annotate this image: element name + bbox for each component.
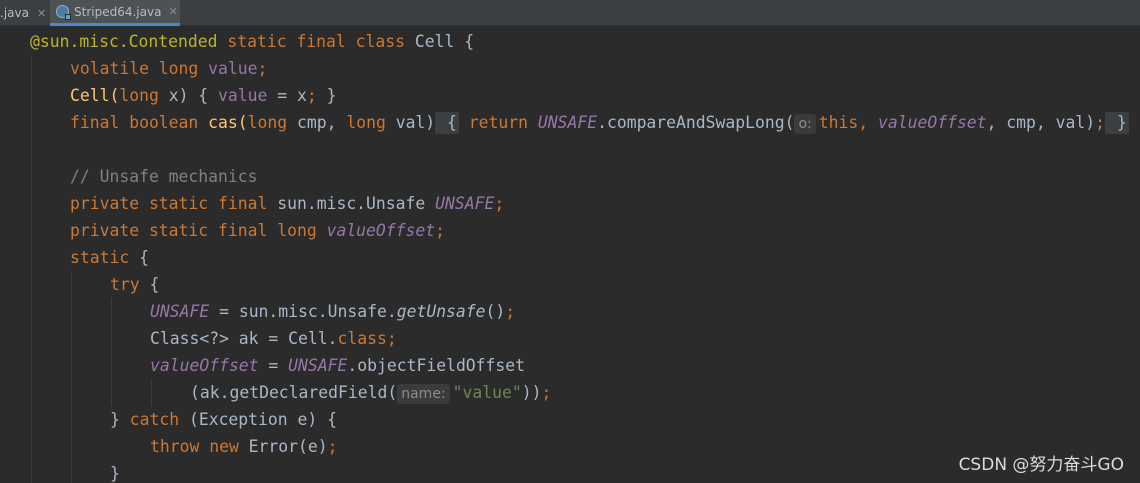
code-line-13: (ak.getDeclaredField(name: "value")); xyxy=(190,383,552,404)
indent-guide xyxy=(111,298,112,406)
tab-striped64[interactable]: Striped64.java ✕ xyxy=(50,0,180,26)
code-line-9: try { xyxy=(110,275,160,294)
code-line-1: @sun.misc.Contended static final class C… xyxy=(30,32,475,51)
indent-guide xyxy=(31,55,32,483)
tab-striped64-label: Striped64.java xyxy=(74,4,162,19)
code-line-12: valueOffset = UNSAFE.objectFieldOffset xyxy=(150,356,526,375)
code-editor[interactable]: @sun.misc.Contended static final class C… xyxy=(0,28,1140,483)
code-line-5: // Unsafe mechanics xyxy=(70,167,258,186)
editor-tab-bar: .java ✕ Striped64.java ✕ xyxy=(0,0,1140,26)
close-icon[interactable]: ✕ xyxy=(37,7,46,20)
tab-previous-file-label: .java xyxy=(0,6,29,20)
code-line-14: } catch (Exception e) { xyxy=(110,410,337,429)
watermark: CSDN @努力奋斗GO xyxy=(958,455,1124,475)
code-line-15: throw new Error(e); xyxy=(150,437,338,456)
java-class-icon xyxy=(56,5,71,20)
parameter-hint: o: xyxy=(794,114,816,134)
tab-previous-file[interactable]: .java ✕ xyxy=(0,0,46,26)
folded-region-close[interactable]: } xyxy=(1105,112,1129,134)
code-line-2: volatile long value; xyxy=(70,59,268,78)
close-icon[interactable]: ✕ xyxy=(168,5,177,18)
code-line-3: Cell(long x) { value = x; } xyxy=(70,86,337,105)
code-line-10: UNSAFE = sun.misc.Unsafe.getUnsafe(); xyxy=(150,302,516,321)
folded-region-open[interactable]: { xyxy=(435,112,459,134)
code-line-11: Class<?> ak = Cell.class; xyxy=(150,329,397,348)
code-line-4: final boolean cas(long cmp, long val) { … xyxy=(70,112,1129,134)
code-line-16: } xyxy=(110,464,120,483)
code-line-7: private static final long valueOffset; xyxy=(70,221,446,240)
indent-guide xyxy=(71,271,72,483)
code-line-8: static { xyxy=(70,248,149,267)
indent-guide xyxy=(151,379,152,406)
code-line-6: private static final sun.misc.Unsafe UNS… xyxy=(70,194,505,213)
parameter-hint: name: xyxy=(397,384,450,404)
